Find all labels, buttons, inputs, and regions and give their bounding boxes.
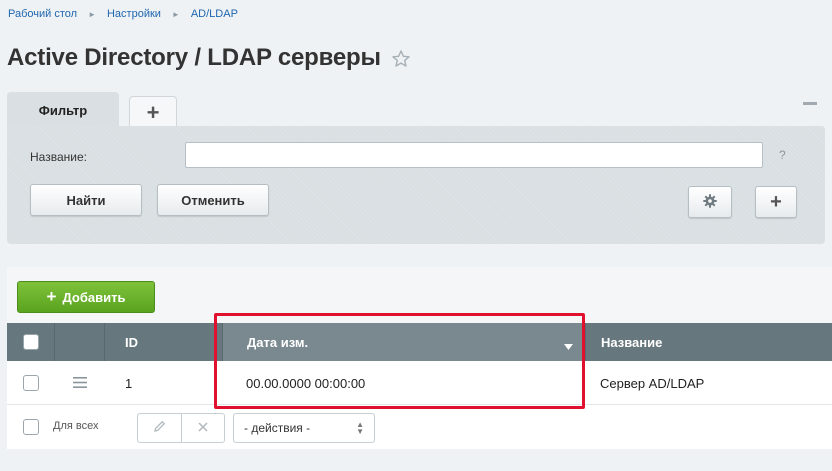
header-menu-cell — [55, 323, 105, 361]
add-filter-field-button[interactable]: + — [755, 186, 797, 218]
edit-button[interactable] — [138, 414, 181, 442]
row-checkbox[interactable] — [23, 375, 39, 391]
pencil-icon — [153, 420, 166, 436]
actions-select[interactable]: - действия - ▲ ▼ — [233, 413, 375, 443]
breadcrumb-desktop[interactable]: Рабочий стол — [8, 8, 77, 20]
plus-icon: + — [46, 287, 57, 306]
breadcrumb-settings[interactable]: Настройки — [107, 8, 161, 20]
select-all-checkbox[interactable] — [22, 334, 39, 350]
row-action-buttons — [137, 413, 225, 443]
apply-to-all-label: Для всех — [53, 420, 99, 432]
row-checkbox-cell — [7, 361, 55, 405]
column-header-name[interactable]: Название — [585, 323, 832, 361]
filter-body: Название: ? Найти Отменить + — [7, 126, 825, 244]
select-all-cell — [7, 323, 55, 361]
close-icon — [198, 421, 208, 435]
filter-panel: Фильтр + Название: ? Найти Отменить + — [7, 92, 825, 244]
delete-button[interactable] — [180, 414, 225, 442]
filter-name-input[interactable] — [185, 142, 763, 168]
grid-header: ID Дата изм. Название — [7, 323, 832, 361]
add-filter-tab-button[interactable]: + — [129, 96, 177, 128]
column-header-date-label: Дата изм. — [247, 334, 309, 350]
apply-to-all-checkbox[interactable] — [23, 419, 39, 435]
grid: + Добавить ID Дата изм. Название 1 00.00… — [7, 267, 832, 471]
collapse-filter-icon[interactable] — [803, 102, 817, 105]
sort-down-icon — [564, 338, 573, 353]
chevron-right-icon: ► — [171, 9, 180, 19]
cell-name: Сервер AD/LDAP — [600, 375, 705, 391]
hamburger-icon[interactable] — [73, 376, 87, 391]
cell-date: 00.00.0000 00:00:00 — [246, 375, 366, 391]
chevron-right-icon: ► — [88, 9, 96, 19]
column-header-id[interactable]: ID — [105, 323, 223, 361]
star-icon[interactable] — [391, 48, 411, 68]
help-icon[interactable]: ? — [779, 148, 786, 162]
gear-icon — [703, 193, 717, 211]
cell-id: 1 — [125, 375, 133, 391]
grid-footer: Для всех - действия - ▲ ▼ — [7, 405, 832, 449]
breadcrumb: Рабочий стол ► Настройки ► AD/LDAP — [8, 8, 238, 20]
column-header-date[interactable]: Дата изм. — [223, 323, 585, 361]
row-menu-cell — [55, 361, 105, 405]
page-title-text: Active Directory / LDAP серверы — [7, 44, 381, 71]
table-row[interactable]: 1 00.00.0000 00:00:00 Сервер AD/LDAP — [7, 361, 832, 405]
grid-toolbar: + Добавить — [7, 267, 832, 323]
actions-select-value: - действия - — [244, 421, 311, 435]
select-arrows-icon: ▲ ▼ — [356, 420, 364, 436]
breadcrumb-adldap[interactable]: AD/LDAP — [191, 8, 238, 20]
page-title: Active Directory / LDAP серверы — [7, 44, 411, 72]
filter-tab[interactable]: Фильтр — [7, 92, 119, 128]
filter-name-label: Название: — [30, 150, 87, 164]
filter-settings-button[interactable] — [688, 186, 732, 218]
add-button-label: Добавить — [62, 289, 126, 305]
cancel-button[interactable]: Отменить — [157, 184, 269, 216]
find-button[interactable]: Найти — [30, 184, 142, 216]
add-button[interactable]: + Добавить — [17, 281, 155, 313]
